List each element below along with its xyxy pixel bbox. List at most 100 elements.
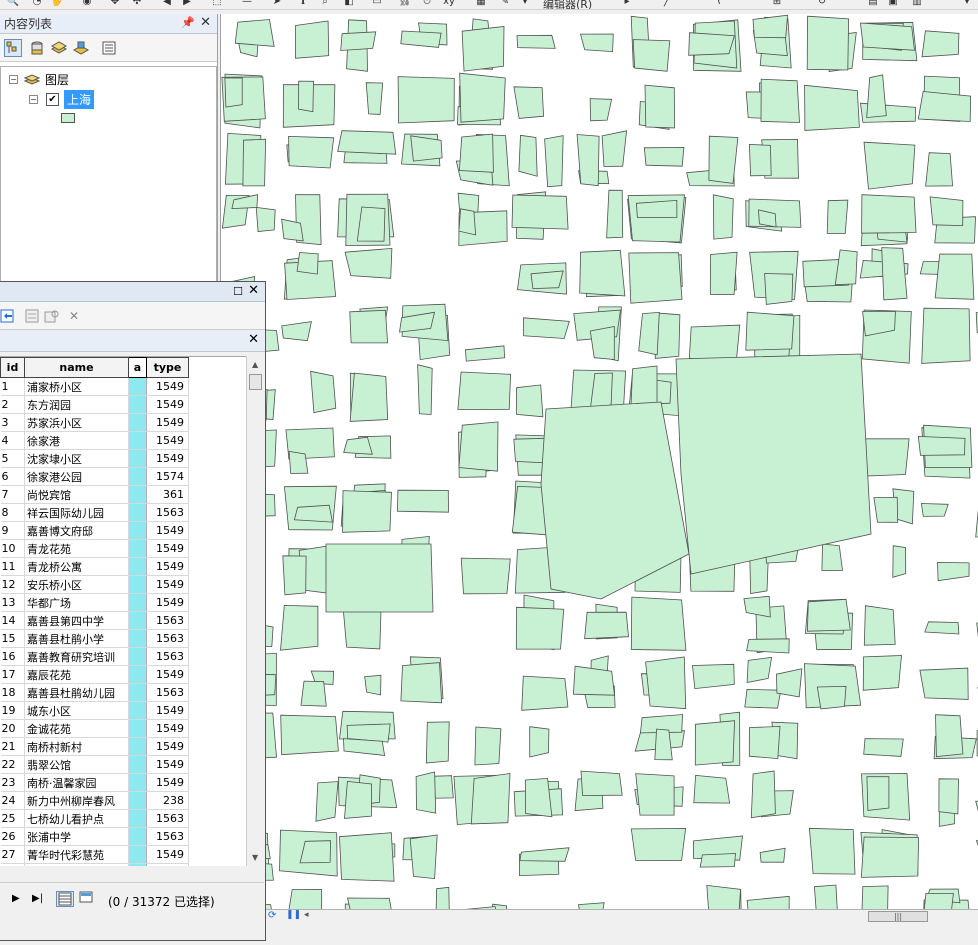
horizontal-scrollbar-thumb[interactable]: ||| [868, 911, 928, 922]
clear-selection-icon[interactable]: — [240, 0, 254, 8]
building-footprint[interactable] [342, 490, 392, 533]
table-row[interactable]: 15 嘉善县杜鹃小学 1563 [0, 629, 189, 648]
cell-a[interactable] [128, 485, 147, 504]
cell-name[interactable]: 银鹿新城 [24, 863, 129, 866]
table-row[interactable]: 19 城东小区 1549 [0, 701, 189, 720]
table-row[interactable]: 2 东方润园 1549 [0, 395, 189, 414]
table-row[interactable]: 4 徐家港 1549 [0, 431, 189, 450]
layer-symbol[interactable] [61, 113, 75, 123]
building-footprint[interactable] [299, 840, 332, 864]
building-footprint[interactable] [425, 721, 450, 764]
cell-a[interactable] [128, 737, 147, 756]
cell-name[interactable]: 沈家埭小区 [24, 449, 129, 468]
cell-type[interactable]: 1563 [146, 683, 189, 702]
cell-a[interactable] [128, 683, 147, 702]
building-footprint[interactable] [873, 496, 899, 523]
cell-name[interactable]: 嘉善县第四中学 [24, 611, 129, 630]
table-row[interactable]: 3 苏家浜小区 1549 [0, 413, 189, 432]
building-footprint[interactable] [458, 133, 494, 173]
cell-a[interactable] [128, 503, 147, 522]
building-footprint[interactable] [511, 194, 569, 230]
dropdown-arrow-icon[interactable]: ▾ [518, 0, 532, 8]
cell-id[interactable]: 10 [0, 539, 25, 558]
building-footprint[interactable] [748, 143, 772, 177]
cell-name[interactable]: 南桥村新村 [24, 737, 129, 756]
table-row[interactable]: 18 嘉善县杜鹃幼儿园 1563 [0, 683, 189, 702]
cell-a[interactable] [128, 755, 147, 774]
zoom-to-selected-icon[interactable] [44, 308, 60, 324]
building-footprint[interactable] [579, 33, 614, 53]
identify-icon[interactable]: ℹ [296, 0, 310, 8]
table-row[interactable]: 26 张浦中学 1563 [0, 827, 189, 846]
cell-a[interactable] [128, 647, 147, 666]
cell-a[interactable] [128, 611, 147, 630]
building-footprint[interactable] [396, 489, 449, 513]
table-row[interactable]: 27 菁华时代彩慧苑 1549 [0, 845, 189, 864]
building-footprint[interactable] [632, 39, 671, 72]
editor-menu[interactable]: 编辑器(R) [543, 0, 592, 9]
tree-root-layers[interactable]: − 图层 [9, 71, 69, 88]
table-row[interactable]: 21 南桥村新村 1549 [0, 737, 189, 756]
building-footprint[interactable] [400, 662, 443, 704]
table-row[interactable]: 25 七桥幼儿看护点 1563 [0, 809, 189, 828]
building-footprint[interactable] [315, 781, 339, 822]
table-row[interactable]: 24 新力中州柳岸春风 238 [0, 791, 189, 810]
cell-name[interactable]: 南桥·温馨家园 [24, 773, 129, 792]
building-footprint[interactable] [458, 208, 477, 236]
building-footprint[interactable] [709, 251, 738, 296]
table-row[interactable]: 22 翡翠公馆 1549 [0, 755, 189, 774]
pause-drawing-icon[interactable]: ❚❚ [286, 910, 301, 920]
forward-extent-icon[interactable]: ▶ [180, 0, 194, 8]
list-by-source-icon[interactable] [28, 39, 46, 57]
building-footprint[interactable] [584, 611, 629, 640]
cell-name[interactable]: 七桥幼儿看护点 [24, 809, 129, 828]
cell-name[interactable]: 祥云国际幼儿园 [24, 503, 129, 522]
cell-type[interactable]: 361 [146, 485, 189, 504]
building-footprint[interactable] [515, 606, 565, 650]
cell-name[interactable]: 徐家港公园 [24, 467, 129, 486]
cell-name[interactable]: 嘉辰花苑 [24, 665, 129, 684]
building-footprint[interactable] [746, 638, 790, 654]
building-footprint[interactable] [863, 738, 904, 757]
list-by-visibility-icon[interactable] [50, 39, 68, 57]
building-footprint[interactable] [339, 832, 395, 882]
building-footprint[interactable] [776, 668, 803, 698]
fixed-zoom-out-icon[interactable]: ✣ [130, 0, 144, 8]
building-footprint[interactable] [892, 545, 907, 578]
column-header-name[interactable]: name [24, 357, 129, 378]
close-icon[interactable]: ✕ [248, 283, 259, 298]
building-footprint[interactable] [344, 247, 393, 279]
cell-name[interactable]: 嘉善县杜鹃小学 [24, 629, 129, 648]
cell-id[interactable]: 2 [0, 395, 25, 414]
building-footprint[interactable] [863, 605, 896, 646]
close-icon[interactable]: ✕ [200, 15, 211, 30]
cell-name[interactable]: 新力中州柳岸春风 [24, 791, 129, 810]
building-footprint[interactable] [288, 450, 309, 474]
cell-a[interactable] [128, 701, 147, 720]
cell-id[interactable]: 14 [0, 611, 25, 630]
building-footprint[interactable] [759, 847, 786, 863]
building-footprint[interactable] [474, 726, 502, 766]
building-footprint[interactable] [938, 778, 959, 815]
attributes-icon[interactable]: ▤ [866, 0, 880, 8]
zoom-in-icon[interactable]: 🔍 [6, 0, 20, 8]
cell-name[interactable]: 翡翠公馆 [24, 755, 129, 774]
building-footprint[interactable] [746, 656, 773, 683]
building-footprint[interactable] [804, 84, 860, 131]
edit-tool-icon[interactable]: ▸ [620, 0, 634, 8]
find-icon[interactable]: ⌕ [318, 0, 332, 8]
cell-name[interactable]: 金诚花苑 [24, 719, 129, 738]
time-slider-icon[interactable]: ⏱ [420, 0, 434, 8]
cell-type[interactable]: 1549 [146, 539, 189, 558]
rotate-icon[interactable]: ↻ [815, 0, 829, 8]
building-footprint[interactable] [343, 738, 386, 756]
zoom-out-icon[interactable]: ◔ [30, 0, 44, 8]
options-icon[interactable] [100, 39, 118, 57]
cell-name[interactable]: 嘉善县杜鹃幼儿园 [24, 683, 129, 702]
building-footprint[interactable] [821, 543, 843, 571]
building-footprint[interactable] [524, 777, 553, 818]
building-footprint[interactable] [744, 688, 782, 709]
cell-a[interactable] [128, 791, 147, 810]
cell-id[interactable]: 15 [0, 629, 25, 648]
cell-a[interactable] [128, 827, 147, 846]
